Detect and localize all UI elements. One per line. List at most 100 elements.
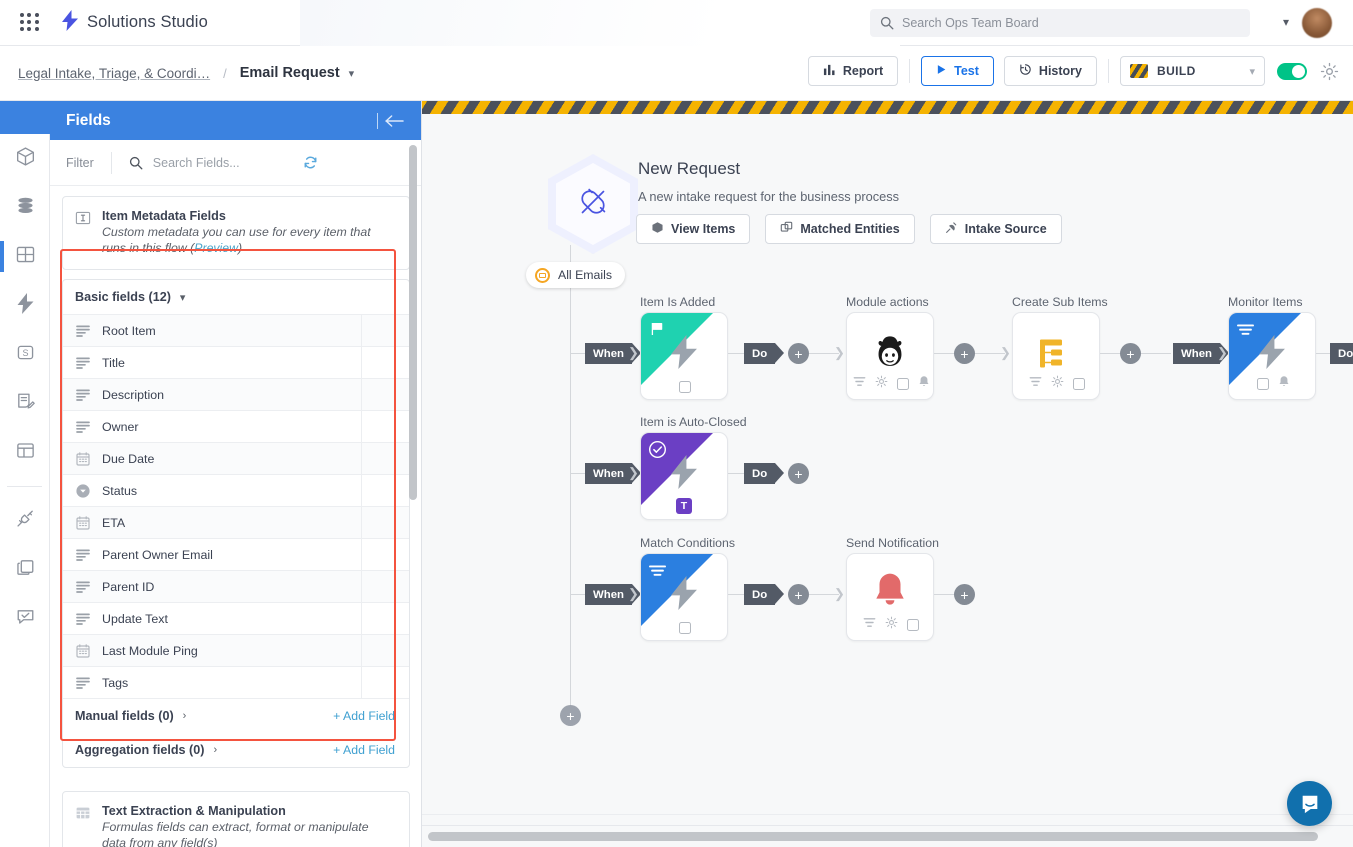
- history-button[interactable]: History: [1004, 56, 1097, 86]
- matched-entities-button[interactable]: Matched Entities: [765, 214, 914, 244]
- when-tag-1[interactable]: When: [585, 343, 632, 364]
- sidebar-item-items[interactable]: [0, 134, 50, 183]
- aggregation-fields-group-header[interactable]: Aggregation fields (0) › + Add Field: [63, 733, 409, 767]
- do-tag-trailing[interactable]: Do: [1330, 343, 1353, 364]
- chevron-down-icon[interactable]: ▾: [1249, 65, 1255, 78]
- chevron-right-icon[interactable]: ›: [183, 710, 187, 722]
- node-send-notification[interactable]: [846, 553, 934, 641]
- sidebar-item-feedback[interactable]: [0, 594, 50, 643]
- chevron-down-icon[interactable]: ▾: [1283, 15, 1289, 29]
- fields-scrollbar-thumb[interactable]: [409, 145, 417, 500]
- sidebar-item-versions[interactable]: [0, 545, 50, 594]
- field-value-cell[interactable]: [361, 507, 409, 538]
- do-tag-3[interactable]: Do: [744, 584, 775, 605]
- checkbox-icon[interactable]: [897, 378, 909, 390]
- add-branch-button[interactable]: +: [560, 705, 581, 726]
- bell-icon[interactable]: [918, 375, 930, 393]
- gear-icon[interactable]: [875, 375, 888, 393]
- brand[interactable]: Solutions Studio: [62, 10, 208, 35]
- fields-search[interactable]: [129, 155, 405, 170]
- field-value-cell[interactable]: [361, 475, 409, 506]
- checkbox-icon[interactable]: [679, 622, 691, 634]
- basic-fields-group-header[interactable]: Basic fields (12) ▾: [63, 280, 409, 314]
- search-input[interactable]: [902, 16, 1240, 30]
- chevron-right-icon[interactable]: ›: [213, 744, 217, 756]
- filter-icon[interactable]: [863, 616, 876, 634]
- build-mode-toggle[interactable]: [1277, 63, 1307, 80]
- sidebar-item-data[interactable]: [0, 183, 50, 232]
- canvas-scrollbar-thumb[interactable]: [428, 832, 1318, 841]
- field-row[interactable]: Title: [63, 346, 409, 378]
- field-value-cell[interactable]: [361, 379, 409, 410]
- field-value-cell[interactable]: [361, 603, 409, 634]
- node-item-is-added[interactable]: [640, 312, 728, 400]
- gear-icon[interactable]: [885, 616, 898, 634]
- filter-icon[interactable]: [853, 375, 866, 393]
- field-row[interactable]: Description: [63, 378, 409, 410]
- source-chip-all-emails[interactable]: All Emails: [526, 262, 625, 288]
- field-row[interactable]: Parent Owner Email: [63, 538, 409, 570]
- field-value-cell[interactable]: [361, 635, 409, 666]
- sidebar-item-layout[interactable]: [0, 428, 50, 477]
- checkbox-icon[interactable]: [1257, 378, 1269, 390]
- field-row[interactable]: Update Text: [63, 602, 409, 634]
- field-row[interactable]: Tags: [63, 666, 409, 698]
- field-row[interactable]: Root Item: [63, 314, 409, 346]
- sidebar-item-integrations[interactable]: [0, 496, 50, 545]
- checkbox-icon[interactable]: [907, 619, 919, 631]
- field-row[interactable]: Status: [63, 474, 409, 506]
- bell-icon[interactable]: [1278, 375, 1290, 393]
- field-value-cell[interactable]: [361, 539, 409, 570]
- canvas-scrollbar-track[interactable]: [422, 825, 1353, 847]
- field-row[interactable]: Last Module Ping: [63, 634, 409, 666]
- intercom-chat-icon[interactable]: [1287, 781, 1332, 826]
- field-value-cell[interactable]: [361, 443, 409, 474]
- add-action-button[interactable]: +: [954, 584, 975, 605]
- intake-source-hex[interactable]: [548, 154, 638, 254]
- report-button[interactable]: Report: [808, 56, 898, 86]
- chevron-down-icon[interactable]: ▾: [180, 291, 186, 304]
- global-search[interactable]: [870, 9, 1250, 37]
- chevron-down-icon[interactable]: ▾: [349, 67, 355, 80]
- manual-add-field-button[interactable]: + Add Field: [333, 709, 395, 723]
- add-action-button[interactable]: +: [788, 343, 809, 364]
- apps-grid-icon[interactable]: [18, 11, 42, 35]
- add-action-button[interactable]: +: [788, 584, 809, 605]
- node-match-conditions[interactable]: [640, 553, 728, 641]
- when-tag-3[interactable]: When: [585, 463, 632, 484]
- node-monitor-items[interactable]: [1228, 312, 1316, 400]
- add-action-button[interactable]: +: [954, 343, 975, 364]
- manual-fields-group-header[interactable]: Manual fields (0) › + Add Field: [63, 698, 409, 733]
- sidebar-item-board[interactable]: [0, 232, 50, 281]
- sidebar-item-automations[interactable]: [0, 281, 50, 330]
- add-action-button[interactable]: +: [1120, 343, 1141, 364]
- field-value-cell[interactable]: [361, 667, 409, 698]
- collapse-left-icon[interactable]: [377, 113, 405, 129]
- flow-canvas[interactable]: New Request A new intake request for the…: [422, 101, 1353, 847]
- preview-link[interactable]: Preview: [194, 241, 238, 255]
- node-item-auto-closed[interactable]: T: [640, 432, 728, 520]
- checkbox-icon[interactable]: [1073, 378, 1085, 390]
- view-items-button[interactable]: View Items: [636, 214, 750, 244]
- do-tag-1[interactable]: Do: [744, 343, 775, 364]
- field-value-cell[interactable]: [361, 411, 409, 442]
- test-button[interactable]: Test: [921, 56, 994, 86]
- node-create-sub-items[interactable]: [1012, 312, 1100, 400]
- field-row[interactable]: Due Date: [63, 442, 409, 474]
- when-tag-4[interactable]: When: [585, 584, 632, 605]
- filter-icon[interactable]: [1029, 375, 1042, 393]
- checkbox-icon[interactable]: [679, 381, 691, 393]
- build-mode-select[interactable]: BUILD ▾: [1120, 56, 1265, 86]
- sidebar-item-forms[interactable]: [0, 379, 50, 428]
- gear-icon[interactable]: [1051, 375, 1064, 393]
- avatar[interactable]: [1302, 8, 1332, 38]
- sidebar-item-solutions[interactable]: S: [0, 330, 50, 379]
- field-row[interactable]: Parent ID: [63, 570, 409, 602]
- fields-search-input[interactable]: [153, 156, 293, 170]
- field-value-cell[interactable]: [361, 347, 409, 378]
- field-row[interactable]: ETA: [63, 506, 409, 538]
- field-value-cell[interactable]: [361, 315, 409, 346]
- aggregation-add-field-button[interactable]: + Add Field: [333, 743, 395, 757]
- gear-icon[interactable]: [1320, 62, 1339, 81]
- add-action-button[interactable]: +: [788, 463, 809, 484]
